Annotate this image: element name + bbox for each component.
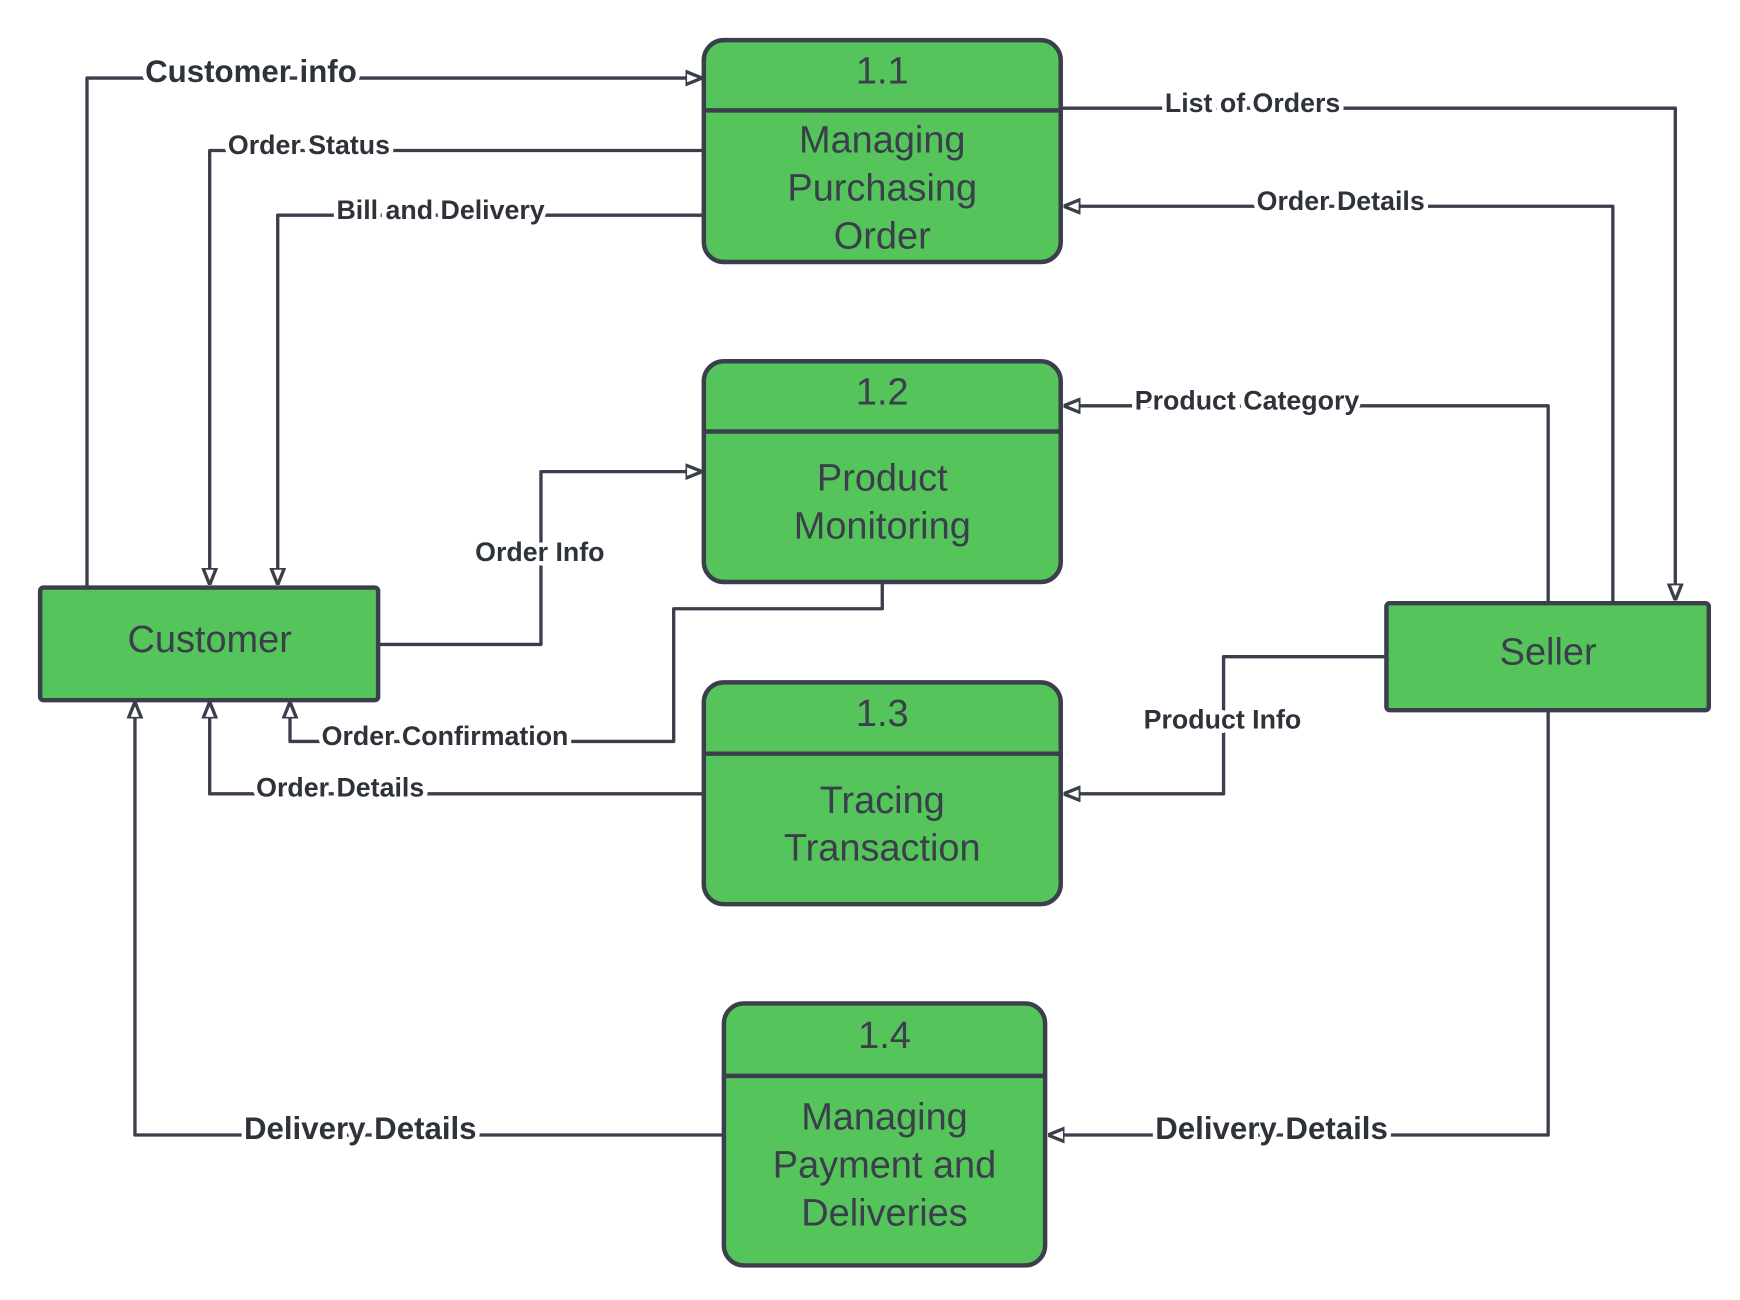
flow-label: Delivery Details: [1155, 1111, 1388, 1146]
flow-order-details-customer: Order Details: [210, 704, 704, 807]
flow-label: Order Details: [256, 772, 424, 802]
process-name: Monitoring: [794, 506, 971, 548]
process-name: Managing: [799, 120, 966, 162]
entity-customer[interactable]: Customer: [37, 585, 381, 703]
process-id: 1.1: [856, 51, 909, 93]
process-1-2[interactable]: 1.2 Product Monitoring: [701, 359, 1063, 585]
process-name: Transaction: [784, 828, 981, 870]
process-1-1[interactable]: 1.1 Managing Purchasing Order: [701, 37, 1063, 265]
flow-label: Order Confirmation: [322, 721, 569, 751]
flow-label: List of Orders: [1165, 88, 1340, 118]
flow-label: Bill and Delivery: [336, 195, 544, 225]
flow-label: Product Info: [1144, 704, 1302, 734]
process-name: Deliveries: [801, 1192, 967, 1234]
process-name: Managing: [801, 1096, 968, 1138]
flow-list-of-orders: List of Orders: [1060, 83, 1676, 599]
flow-label: Order Info: [475, 537, 604, 567]
flow-customer-info: Customer info: [85, 49, 700, 588]
process-name: Payment and: [773, 1144, 996, 1186]
data-flow-diagram: Customer info Order Status Bill and Deli…: [37, 37, 1711, 1268]
entity-seller[interactable]: Seller: [1384, 600, 1711, 713]
flow-delivery-details-seller: Delivery Details: [1050, 710, 1550, 1150]
process-id: 1.2: [856, 372, 909, 414]
process-1-4[interactable]: 1.4 Managing Payment and Deliveries: [721, 1001, 1048, 1268]
entity-label: Seller: [1500, 632, 1597, 674]
process-id: 1.3: [856, 693, 909, 735]
process-name: Tracing: [820, 780, 945, 822]
process-name: Product: [817, 458, 948, 500]
process-1-3[interactable]: 1.3 Tracing Transaction: [701, 680, 1063, 907]
process-name: Order: [834, 216, 931, 258]
flow-label: Order Status: [228, 130, 390, 160]
flow-label: Order Details: [1257, 186, 1425, 216]
flow-bill-and-delivery: Bill and Delivery: [278, 190, 704, 583]
process-id: 1.4: [858, 1015, 911, 1057]
flow-order-info: Order Info: [378, 472, 700, 647]
flow-product-info: Product Info: [1065, 655, 1387, 794]
flow-product-category: Product Category: [1065, 381, 1550, 604]
flow-label: Customer info: [145, 54, 357, 89]
flow-delivery-details-customer: Delivery Details: [135, 704, 724, 1150]
flow-label: Delivery Details: [244, 1111, 477, 1146]
entity-label: Customer: [128, 619, 292, 661]
process-name: Purchasing: [787, 168, 977, 210]
flow-label: Product Category: [1135, 386, 1360, 416]
